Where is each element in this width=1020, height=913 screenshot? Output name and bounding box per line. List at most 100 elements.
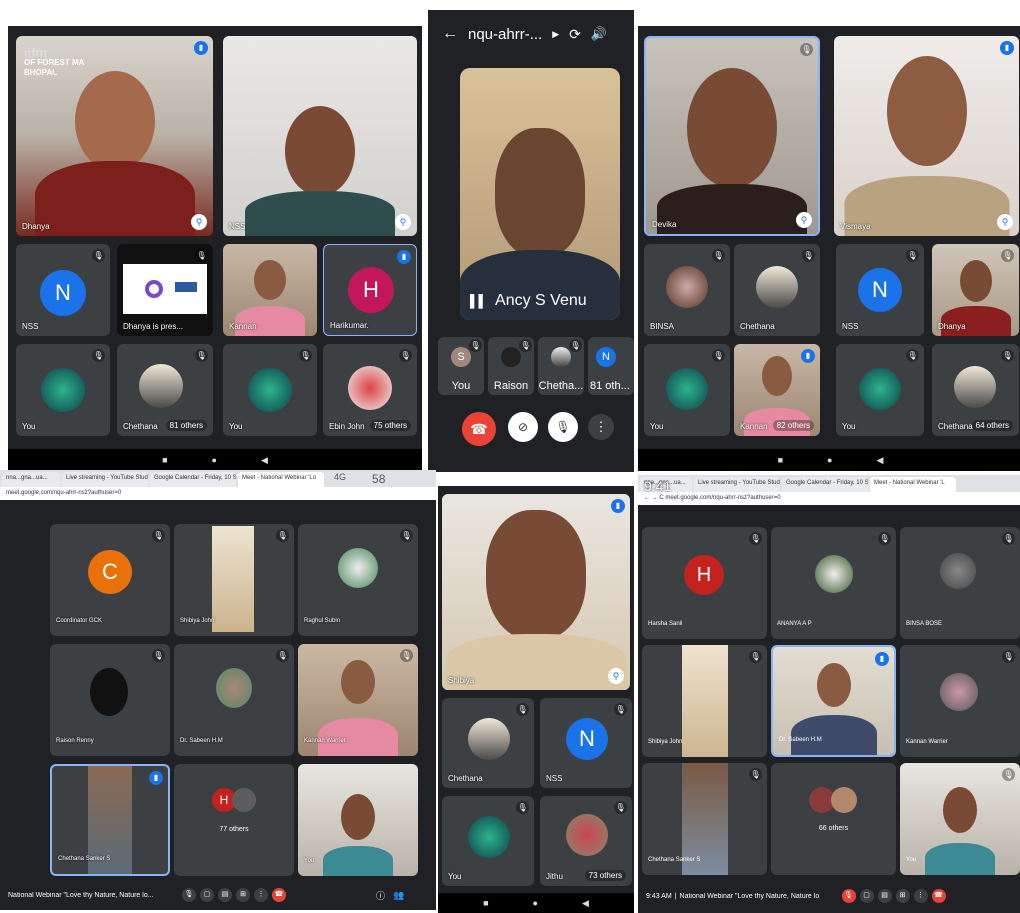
pin-icon[interactable]: ⚲ (395, 214, 411, 230)
more-options-icon[interactable]: ⋮ (254, 888, 268, 902)
participant-body (235, 306, 305, 336)
participant-tile[interactable]: N 🎙 NSS (836, 244, 924, 336)
participant-tile[interactable]: You (298, 764, 418, 876)
browser-tab[interactable]: Google Calendar - Friday, 10 Se (782, 477, 868, 492)
participant-tile[interactable]: 🎙 Chethana 64 others (932, 344, 1019, 436)
browser-tab[interactable]: Live streaming - YouTube Studio (62, 472, 148, 487)
browser-tab[interactable]: Live streaming - YouTube Studio (694, 477, 780, 492)
participant-tile[interactable]: 🎙 You (16, 344, 110, 436)
participant-name: Kannan (740, 422, 768, 431)
strip-tile[interactable]: N 81 oth... (588, 337, 634, 395)
nav-arrows-icon[interactable]: ← → C (644, 495, 664, 501)
speaker-icon[interactable]: 🔊 (591, 26, 607, 42)
browser-tab-active[interactable]: Meet - National Webinar 'Lo (238, 472, 324, 487)
address-bar[interactable]: ← → C meet.google.com/nqu-ahrr-nsz?authu… (638, 492, 1020, 505)
participant-tile[interactable]: N 🎙 NSS (540, 698, 632, 788)
camera-button[interactable]: ▢ (859, 889, 874, 903)
participant-tile[interactable]: 🎙 Ebin John 75 others (323, 344, 417, 436)
participant-tile[interactable]: 🎙 You (223, 344, 317, 436)
pin-icon[interactable]: ⚲ (997, 214, 1013, 230)
strip-tile[interactable]: S 🎙 You (438, 337, 484, 395)
participant-tile[interactable]: H ▮ Harikumar. (323, 244, 417, 336)
participant-tile[interactable]: 🎙 You (644, 344, 730, 436)
hang-up-button[interactable]: ☎ (462, 412, 496, 446)
strip-tile[interactable]: 🎙 Chetha... (538, 337, 584, 395)
present-button[interactable]: ⊞ (895, 889, 910, 903)
presentation-tile[interactable]: 🎙 Dhanya is pres... (117, 244, 213, 336)
participant-tile[interactable]: H 🎙 Harsha Sanil (642, 527, 767, 639)
strip-tile[interactable]: 🎙 Raison (488, 337, 534, 395)
participant-tile[interactable]: Kannan (223, 244, 317, 336)
camera-off-button[interactable]: ⊘ (508, 412, 538, 442)
nav-recents-icon[interactable]: ■ (778, 455, 783, 465)
participant-tile[interactable]: 🎙 Shibiya John (642, 645, 767, 757)
participant-tile[interactable]: ▮ Dr. Sabeen H.M (771, 645, 896, 757)
nav-recents-icon[interactable]: ■ (162, 455, 167, 465)
captions-button[interactable]: ▤ (218, 888, 232, 902)
nav-home-icon[interactable]: ● (827, 455, 832, 465)
participant-tile[interactable]: H 77 others (174, 764, 294, 876)
participant-tile[interactable]: 🎙 Raghul Subin (298, 524, 418, 636)
captions-button[interactable]: ▤ (877, 889, 892, 903)
participant-tile[interactable]: 🎙 ANANYA A P (771, 527, 896, 639)
participant-tile[interactable]: 🎙 Chethana 81 others (117, 344, 213, 436)
mic-button[interactable]: 🎙 (182, 888, 196, 902)
participant-tile[interactable]: 🎙 You (900, 763, 1020, 875)
participant-tile[interactable]: 🎙 Kannan Warrier (900, 645, 1020, 757)
address-bar[interactable]: meet.google.com/nqu-ahrr-nsz?authuser=0 (0, 487, 436, 500)
participant-tile[interactable]: N 🎙 NSS (16, 244, 110, 336)
hang-up-button[interactable]: ☎ (931, 889, 946, 903)
nav-recents-icon[interactable]: ■ (483, 898, 488, 908)
avatar (831, 787, 857, 813)
mic-button[interactable]: 🎙 (841, 889, 856, 903)
participant-tile[interactable]: 66 others (771, 763, 896, 875)
browser-tab[interactable]: Google Calendar - Friday, 10 Se (150, 472, 236, 487)
participant-tile[interactable]: NSS ⚲ (223, 36, 417, 236)
nav-back-icon[interactable]: ◀ (582, 898, 589, 909)
main-video-tile[interactable]: ▌▌ Ancy S Venu (460, 68, 620, 320)
participant-tile[interactable]: 🎙 BINSA BOSE (900, 527, 1020, 639)
participant-tile[interactable]: 🎙 Kannan Warrier (298, 644, 418, 756)
browser-tab-active[interactable]: Meet - National Webinar 'L (870, 477, 956, 492)
camera-button[interactable]: ▢ (200, 888, 214, 902)
participant-tile[interactable]: 🎙 Shibiya John (174, 524, 294, 636)
participant-tile[interactable]: 🎙 BINSA (644, 244, 730, 336)
participant-tile[interactable]: 🎙 Dr. Sabeen H.M (174, 644, 294, 756)
present-button[interactable]: ⊞ (236, 888, 250, 902)
others-count: 75 others (369, 420, 411, 431)
participant-name: You (304, 858, 315, 864)
participant-tile[interactable]: 🎙 Chethana (442, 698, 534, 788)
pin-icon[interactable]: ⚲ (191, 214, 207, 230)
participant-tile[interactable]: 🎙 Dhanya (932, 244, 1019, 336)
participant-tile[interactable]: 🎙 Chethana Sanker S (642, 763, 767, 875)
back-arrow-icon[interactable]: ← (442, 25, 458, 43)
participant-tile[interactable]: iifm OF FOREST MA BHOPAL ▮ Dhanya ⚲ (16, 36, 213, 236)
pin-icon[interactable]: ⚲ (796, 212, 812, 228)
nav-back-icon[interactable]: ◀ (261, 455, 268, 466)
participant-tile[interactable]: 🎙 Jithu 73 others (540, 796, 632, 886)
participant-tile[interactable]: ▮ Kannan 82 others (734, 344, 820, 436)
participant-tile[interactable]: 🎙 Devika ⚲ (644, 36, 820, 236)
more-options-icon[interactable]: ⋮ (588, 414, 614, 440)
participant-tile[interactable]: 🎙 You (836, 344, 924, 436)
switch-camera-icon[interactable]: ⟳ (569, 26, 581, 43)
chevron-right-icon[interactable]: ▶ (552, 29, 559, 40)
info-icon[interactable]: ⓘ (376, 889, 385, 902)
people-icon[interactable]: 👥 (393, 890, 404, 901)
more-options-icon[interactable]: ⋮ (913, 889, 928, 903)
participant-tile[interactable]: 🎙 You (442, 796, 534, 886)
nav-home-icon[interactable]: ● (533, 898, 538, 908)
participant-tile[interactable]: 🎙 Raison Renny (50, 644, 170, 756)
participant-tile[interactable]: 🎙 Chethana (734, 244, 820, 336)
participant-tile[interactable]: C 🎙 Coordinator GCK (50, 524, 170, 636)
nav-back-icon[interactable]: ◀ (876, 455, 883, 466)
main-video-tile[interactable]: ▮ Shibiya ⚲ (442, 494, 630, 690)
mic-off-button[interactable]: 🎙 (548, 412, 578, 442)
participant-tile[interactable]: ▮ Chethana Sanker S (50, 764, 170, 876)
pin-icon[interactable]: ⚲ (608, 668, 624, 684)
hang-up-button[interactable]: ☎ (272, 888, 286, 902)
browser-tab[interactable]: nna...gna...ua... (2, 472, 60, 487)
participant-face (254, 260, 286, 300)
nav-home-icon[interactable]: ● (212, 455, 217, 465)
participant-tile[interactable]: ▮ Vismaya ⚲ (834, 36, 1019, 236)
